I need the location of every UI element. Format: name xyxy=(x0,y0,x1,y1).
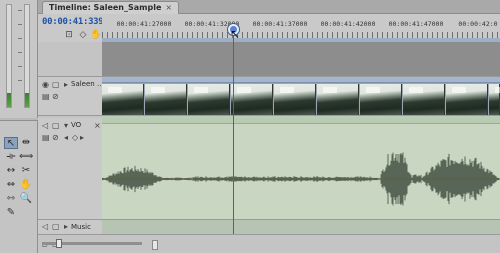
selection-tool-icon[interactable]: ↖ xyxy=(4,137,18,149)
zoom-slider-thumb[interactable] xyxy=(56,239,62,248)
audio-meter-panel xyxy=(0,0,38,118)
music-track-name: Music xyxy=(71,223,91,231)
ruler-label: 00:00:41:27000 xyxy=(116,20,172,28)
audio-track[interactable] xyxy=(102,118,500,220)
display-style-icon[interactable]: ▤ xyxy=(42,92,50,101)
expand-triangle-icon[interactable]: ▸ xyxy=(64,80,68,89)
meter-left-channel xyxy=(6,4,12,108)
horizontal-scroll-thumb[interactable] xyxy=(152,240,158,250)
video-frame-thumbnail xyxy=(231,84,273,115)
music-track[interactable] xyxy=(102,220,500,234)
empty-track-headers xyxy=(38,42,102,76)
playhead-line[interactable] xyxy=(233,28,234,234)
video-track[interactable] xyxy=(102,76,500,116)
video-frame-thumbnail xyxy=(446,84,488,115)
video-track-name: Saleen ... xyxy=(71,80,104,88)
speaker-icon[interactable]: ◁ xyxy=(42,222,48,231)
rolling-edit-tool-icon[interactable]: ⟺ xyxy=(19,151,33,163)
ruler-label: 00:00:41:37000 xyxy=(252,20,308,28)
audio-waveform xyxy=(102,152,500,206)
music-track-header: ◁ ▢ ▸ Music xyxy=(38,220,102,234)
next-keyframe-icon[interactable]: ▸ xyxy=(80,133,84,142)
keyframe-icon[interactable]: ⊘ xyxy=(52,133,59,142)
pen-tool-icon[interactable]: ✎ xyxy=(4,207,18,219)
ruler-label: 00:00:42:0 xyxy=(458,20,498,28)
hand-icon[interactable]: ✋ xyxy=(90,30,101,40)
video-frame-thumbnail xyxy=(102,84,144,115)
video-clip-header[interactable] xyxy=(102,77,500,83)
timeline-footer xyxy=(42,234,500,253)
snap-icon[interactable]: ⊡ xyxy=(64,30,74,40)
timeline-tab-title: Timeline: Saleen_Sample xyxy=(49,3,162,12)
hand-tool-icon[interactable]: ✋ xyxy=(19,179,33,191)
tools-panel: ↖ ⇹ ⟛ ⟺ ↔ ✂ ⇔ ✋ ⇿ 🔍 ✎ xyxy=(0,120,38,253)
video-frame-thumbnail xyxy=(274,84,316,115)
video-frame-thumbnail xyxy=(317,84,359,115)
eye-icon[interactable]: ◉ xyxy=(42,80,49,89)
ruler-label: 00:00:41:47000 xyxy=(388,20,444,28)
zoom-tool-icon[interactable]: 🔍 xyxy=(19,193,33,205)
timeline-tab[interactable]: Timeline: Saleen_Sample × xyxy=(42,1,180,14)
mouse-cursor-icon: ↖ xyxy=(230,27,241,41)
timeline-tab-bar: Timeline: Saleen_Sample × xyxy=(38,0,500,14)
video-frame-thumbnail xyxy=(360,84,402,115)
slip-tool-icon[interactable]: ⇔ xyxy=(4,179,18,191)
lock-icon[interactable]: ▢ xyxy=(52,80,60,89)
prev-keyframe-icon[interactable]: ◂ xyxy=(64,133,68,142)
add-keyframe-icon[interactable]: ◇ xyxy=(72,133,78,142)
keyframe-icon[interactable]: ⊘ xyxy=(52,92,59,101)
collapse-triangle-icon[interactable]: ▾ xyxy=(64,121,68,130)
razor-tool-icon[interactable]: ✂ xyxy=(19,165,33,177)
time-ruler[interactable]: 00:00:41:27000 00:00:41:32000 00:00:41:3… xyxy=(102,14,500,42)
lock-icon[interactable]: ▢ xyxy=(52,121,60,130)
set-marker-icon[interactable]: ◇ xyxy=(78,30,88,40)
rate-stretch-tool-icon[interactable]: ↔ xyxy=(4,165,18,177)
empty-track-area xyxy=(102,42,500,76)
ripple-edit-tool-icon[interactable]: ⟛ xyxy=(4,151,18,163)
video-frame-thumbnail xyxy=(403,84,445,115)
expand-triangle-icon[interactable]: ▸ xyxy=(64,222,68,231)
lock-icon[interactable]: ▢ xyxy=(52,222,60,231)
close-icon[interactable]: × xyxy=(165,3,172,12)
audio-track-name: VO xyxy=(71,121,82,129)
video-frame-thumbnail xyxy=(489,84,500,115)
video-frame-thumbnail xyxy=(145,84,187,115)
slide-tool-icon[interactable]: ⇿ xyxy=(4,193,18,205)
track-select-tool-icon[interactable]: ⇹ xyxy=(19,137,33,149)
speaker-icon[interactable]: ◁ xyxy=(42,121,48,130)
video-frame-thumbnail xyxy=(188,84,230,115)
mute-icon[interactable]: × xyxy=(94,121,101,130)
meter-right-channel xyxy=(24,4,30,108)
ruler-label: 00:00:41:42000 xyxy=(320,20,376,28)
zoom-slider[interactable] xyxy=(42,239,142,248)
audio-track-header: ◁ ▢ ▾ VO × ▤ ⊘ ◂ ◇ ▸ xyxy=(38,118,102,220)
display-style-icon[interactable]: ▤ xyxy=(42,133,50,142)
video-track-header: ◉ ▢ ▸ Saleen ... ▤ ⊘ xyxy=(38,76,104,116)
timeline-header-controls: 00:00:41:33918 ⊡ ◇ ✋ xyxy=(38,14,114,42)
